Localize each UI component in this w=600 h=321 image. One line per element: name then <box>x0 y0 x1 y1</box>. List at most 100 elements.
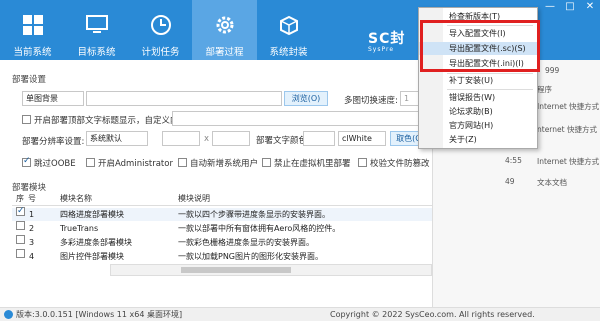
menu-item-patch-install[interactable]: 补丁安装(U) <box>419 74 537 87</box>
close-button[interactable]: ✕ <box>580 0 600 14</box>
checkbox[interactable] <box>16 249 25 258</box>
top-text-label: 开启部署顶部文字标题显示，自定义内容: <box>34 116 190 126</box>
option-label: 自动新增系统用户 <box>190 159 259 169</box>
status-bar: 版本:3.0.0.151 [Windows 11 x64 桌面环境] Copyr… <box>0 307 600 321</box>
checkbox[interactable] <box>16 235 25 244</box>
text-color-label: 部署文字颜色: <box>256 136 310 146</box>
highlight-annotation-box <box>420 20 540 72</box>
skip-oobe-option[interactable]: 跳过OOBE <box>22 156 76 169</box>
checkbox[interactable] <box>178 158 187 167</box>
option-label: 禁止在虚拟机里部署 <box>274 159 351 169</box>
row-number: 4 <box>29 252 35 261</box>
verify-files-option[interactable]: 校验文件防篡改 <box>358 157 430 169</box>
maximize-button[interactable]: □ <box>560 0 580 14</box>
table-row[interactable]: 1 四格进度部署模块 一款以四个步骤带进度条显示的安装界面。 <box>12 205 432 221</box>
background-mode-select[interactable]: 单图背景 <box>22 91 84 106</box>
app-logo: SC封 SysPre <box>368 28 405 53</box>
top-text-input[interactable] <box>172 111 430 126</box>
row-number: 1 <box>29 210 35 219</box>
module-name: 多彩进度条部署模块 <box>60 238 132 247</box>
column-header: 序 <box>16 194 24 203</box>
row-number: 2 <box>29 224 35 233</box>
panel-text: 49 <box>505 177 515 186</box>
table-row[interactable]: 3 多彩进度条部署模块 一款彩色栅格进度条显示的安装界面。 <box>12 235 432 249</box>
checkbox[interactable] <box>358 158 367 167</box>
option-label: 跳过OOBE <box>34 159 76 169</box>
menu-item-forum-help[interactable]: 论坛求助(B) <box>419 105 537 118</box>
tab-current-system[interactable]: 当前系统 <box>0 0 65 60</box>
checkbox[interactable] <box>86 158 95 167</box>
top-text-option[interactable]: 开启部署顶部文字标题显示，自定义内容: <box>22 114 190 126</box>
menu-item-error-report[interactable]: 错误报告(W) <box>419 91 537 104</box>
horizontal-scrollbar[interactable] <box>110 264 432 276</box>
version-icon <box>4 310 13 319</box>
windows-icon <box>22 15 43 35</box>
checkbox[interactable] <box>16 205 25 218</box>
copyright-text: Copyright © 2022 SysCeo.com. All rights … <box>330 310 535 319</box>
table-row[interactable]: 4 图片控件部署模块 一款以加载PNG图片的图形化安装界面。 <box>12 249 432 263</box>
multi-switch-label: 多图切换速度: <box>344 96 398 106</box>
tab-label: 目标系统 <box>77 47 116 58</box>
option-label: 校验文件防篡改 <box>370 159 430 169</box>
tab-label: 当前系统 <box>13 47 52 58</box>
module-desc: 一款以部署中所有窗体拥有Aero风格的控件。 <box>178 224 341 233</box>
tab-deploy-process[interactable]: 部署过程 <box>192 0 257 60</box>
clock-icon <box>150 15 171 35</box>
panel-text: Internet 快捷方式 <box>537 157 600 166</box>
tab-system-package[interactable]: 系统封装 <box>256 0 321 60</box>
monitor-icon <box>85 15 108 33</box>
package-icon <box>279 15 298 36</box>
version-text: 版本:3.0.0.151 [Windows 11 x64 桌面环境] <box>16 310 183 319</box>
module-desc: 一款以加载PNG图片的图形化安装界面。 <box>178 252 324 261</box>
module-name: 四格进度部署模块 <box>60 210 124 219</box>
resolution-select[interactable]: 系统默认 <box>86 131 148 146</box>
tab-label: 系统封装 <box>269 47 308 58</box>
tab-label: 计划任务 <box>141 47 180 58</box>
panel-text: 999 <box>545 66 560 75</box>
checkbox[interactable] <box>22 115 31 124</box>
row-number: 3 <box>29 238 35 247</box>
browse-button[interactable]: 浏览(O) <box>284 91 328 106</box>
module-name: TrueTrans <box>60 224 99 233</box>
table-row[interactable]: 2 TrueTrans 一款以部署中所有窗体拥有Aero风格的控件。 <box>12 221 432 235</box>
checkbox[interactable] <box>16 221 25 230</box>
minimize-button[interactable]: — <box>540 0 560 14</box>
logo-subtext: SysPre <box>368 46 395 53</box>
gear-icon <box>216 16 233 34</box>
checkbox[interactable] <box>262 158 271 167</box>
column-header: 模块名称 <box>60 194 92 203</box>
auto-add-user-option[interactable]: 自动新增系统用户 <box>178 157 258 169</box>
checkbox[interactable] <box>22 156 31 167</box>
panel-text: 文本文档 <box>537 178 567 187</box>
menu-separator <box>447 89 533 90</box>
option-label: 开启Administrator <box>98 159 173 169</box>
module-desc: 一款彩色栅格进度条显示的安装界面。 <box>178 238 314 247</box>
tab-label: 部署过程 <box>205 47 244 58</box>
enable-admin-option[interactable]: 开启Administrator <box>86 157 173 169</box>
tab-target-system[interactable]: 目标系统 <box>64 0 129 60</box>
background-path-input[interactable] <box>86 91 282 106</box>
resolution-width-input[interactable] <box>162 131 200 146</box>
no-vm-deploy-option[interactable]: 禁止在虚拟机里部署 <box>262 157 351 169</box>
menu-item-about[interactable]: 关于(Z) <box>419 133 537 146</box>
color-swatch <box>303 131 335 146</box>
scrollbar-thumb[interactable] <box>181 267 291 273</box>
panel-text: 程序 <box>537 85 552 94</box>
times-sign: x <box>204 134 210 144</box>
resolution-height-input[interactable] <box>212 131 250 146</box>
module-name: 图片控件部署模块 <box>60 252 124 261</box>
panel-text: nternet 快捷方式 <box>537 125 597 134</box>
module-desc: 一款以四个步骤带进度条显示的安装界面。 <box>178 210 330 219</box>
logo-text: SC封 <box>368 31 406 47</box>
column-header: 模块说明 <box>178 194 210 203</box>
resolution-label: 部署分辨率设置: <box>22 137 85 147</box>
modules-table-header: 序 号 模块名称 模块说明 <box>12 193 432 206</box>
panel-text: Internet 快捷方式 <box>537 102 600 111</box>
deploy-settings-title: 部署设置 <box>12 75 47 85</box>
column-header: 号 <box>28 194 36 203</box>
modules-title: 部署模块 <box>12 183 47 193</box>
menu-item-official-site[interactable]: 官方网站(H) <box>419 119 537 132</box>
tab-scheduled-tasks[interactable]: 计划任务 <box>128 0 193 60</box>
text-color-input[interactable]: clWhite <box>338 131 386 146</box>
panel-text: 4:55 <box>505 156 522 165</box>
